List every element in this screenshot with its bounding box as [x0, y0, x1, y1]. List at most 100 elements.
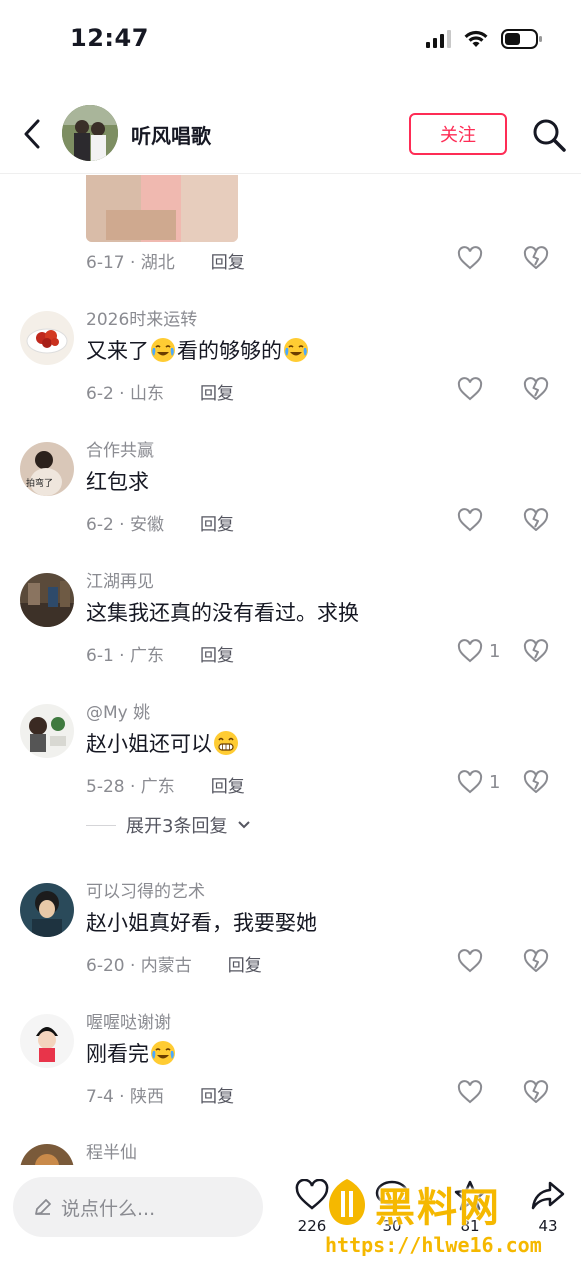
comment-text: 这集我还真的没有看过。求换	[86, 601, 359, 625]
dislike-button[interactable]	[523, 508, 549, 536]
comment-date-location: 6-2 · 山东	[86, 383, 164, 404]
comment-meta: 6-2 · 安徽 回复	[86, 507, 234, 537]
commenter-name[interactable]: 程半仙	[86, 1138, 137, 1163]
comment-item[interactable]: 程半仙	[0, 1138, 581, 1165]
comment-meta: 6-2 · 山东 回复	[86, 376, 234, 406]
like-button[interactable]	[457, 377, 489, 401]
commenter-avatar[interactable]: 拍弯了	[20, 442, 74, 496]
commenter-name[interactable]: 2026时来运转	[86, 305, 197, 330]
comment-date-location: 6-2 · 安徽	[86, 514, 164, 535]
author-avatar[interactable]	[62, 105, 118, 161]
crying-laughing-emoji-icon	[151, 338, 175, 362]
crying-laughing-emoji-icon	[151, 1041, 175, 1065]
broken-heart-icon	[523, 508, 549, 531]
comment-item[interactable]: @My 姚 赵小姐还可以 5-28 · 广东 回复 1 展开3条回复	[0, 698, 581, 868]
comment-list[interactable]: 6-17 · 湖北 回复 2026时来运转 又来了 看的够够的 6-2 · 山东…	[0, 175, 581, 1165]
watermark: 黑料网 https://hlwe16.com	[325, 1175, 575, 1270]
watermark-title: 黑料网	[375, 1185, 501, 1231]
like-count: 1	[489, 640, 501, 662]
reply-button[interactable]: 回复	[200, 510, 234, 535]
comment-actions: 1	[381, 633, 581, 673]
pencil-icon	[35, 1199, 51, 1215]
comment-item[interactable]: 江湖再见 这集我还真的没有看过。求换 6-1 · 广东 回复 1	[0, 567, 581, 687]
comment-actions	[381, 1074, 581, 1114]
search-icon	[533, 119, 566, 152]
dislike-button[interactable]	[523, 377, 549, 405]
commenter-avatar[interactable]	[20, 704, 74, 758]
status-time: 12:47	[70, 24, 149, 52]
expand-replies-label: 展开3条回复	[126, 816, 228, 837]
commenter-name[interactable]: 喔喔哒谢谢	[86, 1008, 171, 1033]
comment-meta: 6-17 · 湖北 回复	[86, 245, 245, 275]
reply-button[interactable]: 回复	[211, 248, 245, 273]
broken-heart-icon	[523, 639, 549, 662]
reply-button[interactable]: 回复	[200, 379, 234, 404]
comment-item[interactable]: 2026时来运转 又来了 看的够够的 6-2 · 山东 回复	[0, 305, 581, 425]
broken-heart-icon	[523, 770, 549, 793]
comment-date-location: 7-4 · 陕西	[86, 1086, 164, 1107]
broken-heart-icon	[523, 377, 549, 400]
reply-button[interactable]: 回复	[200, 1082, 234, 1107]
broken-heart-icon	[523, 246, 549, 269]
like-button[interactable]: 1	[457, 770, 500, 794]
dislike-button[interactable]	[523, 949, 549, 977]
comment-meta: 6-20 · 内蒙古 回复	[86, 948, 262, 978]
search-button[interactable]	[530, 116, 568, 154]
reply-button[interactable]: 回复	[211, 772, 245, 797]
commenter-name[interactable]: 江湖再见	[86, 567, 154, 592]
expand-replies-button[interactable]: 展开3条回复	[86, 812, 251, 838]
dislike-button[interactable]	[523, 639, 549, 667]
dislike-button[interactable]	[523, 246, 549, 274]
grinning-emoji-icon	[214, 731, 238, 755]
watermark-url: https://hlwe16.com	[325, 1233, 542, 1257]
heart-icon	[457, 639, 483, 663]
comment-text: 红包求	[86, 470, 149, 494]
comment-actions: 1	[381, 764, 581, 804]
heart-icon	[457, 377, 483, 401]
heart-icon	[457, 508, 483, 532]
comment-text: 又来了 看的够够的	[86, 335, 310, 365]
like-button[interactable]	[457, 949, 489, 973]
comment-date-location: 6-20 · 内蒙古	[86, 955, 192, 976]
heart-icon	[457, 1080, 483, 1104]
like-button[interactable]	[457, 1080, 489, 1104]
commenter-name[interactable]: @My 姚	[86, 698, 150, 723]
like-button[interactable]: 1	[457, 639, 500, 663]
commenter-avatar[interactable]	[20, 1014, 74, 1068]
follow-button[interactable]: 关注	[409, 113, 507, 155]
dislike-button[interactable]	[523, 1080, 549, 1108]
watermark-logo-icon	[329, 1179, 365, 1225]
commenter-avatar[interactable]	[20, 311, 74, 365]
like-button[interactable]	[457, 508, 489, 532]
back-button[interactable]	[14, 114, 50, 154]
battery-icon	[501, 29, 542, 49]
commenter-avatar[interactable]	[20, 883, 74, 937]
comment-actions	[381, 943, 581, 983]
author-name[interactable]: 听风唱歌	[131, 120, 211, 149]
comment-image[interactable]	[86, 175, 238, 242]
reply-button[interactable]: 回复	[228, 951, 262, 976]
commenter-name[interactable]: 合作共赢	[86, 436, 154, 461]
dislike-button[interactable]	[523, 770, 549, 798]
commenter-avatar[interactable]	[20, 573, 74, 627]
header: 听风唱歌 关注	[0, 96, 581, 174]
commenter-name[interactable]: 可以习得的艺术	[86, 877, 205, 902]
comment-item[interactable]: 可以习得的艺术 赵小姐真好看，我要娶她 6-20 · 内蒙古 回复	[0, 877, 581, 997]
status-bar: 12:47	[0, 0, 581, 80]
crying-laughing-emoji-icon	[284, 338, 308, 362]
comment-item[interactable]: 喔喔哒谢谢 刚看完 7-4 · 陕西 回复	[0, 1008, 581, 1128]
comment-actions	[381, 240, 581, 280]
comment-item[interactable]: 拍弯了 合作共赢 红包求 6-2 · 安徽 回复	[0, 436, 581, 556]
comment-text: 刚看完	[86, 1038, 177, 1068]
status-icons	[426, 28, 543, 50]
comment-input[interactable]: 说点什么...	[13, 1177, 263, 1237]
broken-heart-icon	[523, 949, 549, 972]
heart-icon	[457, 949, 483, 973]
reply-button[interactable]: 回复	[200, 641, 234, 666]
commenter-avatar[interactable]	[20, 1144, 74, 1165]
divider	[86, 824, 116, 826]
comment-text: 赵小姐真好看，我要娶她	[86, 911, 317, 935]
like-button[interactable]	[457, 246, 483, 270]
wifi-icon	[464, 30, 488, 47]
like-count: 1	[489, 771, 501, 793]
